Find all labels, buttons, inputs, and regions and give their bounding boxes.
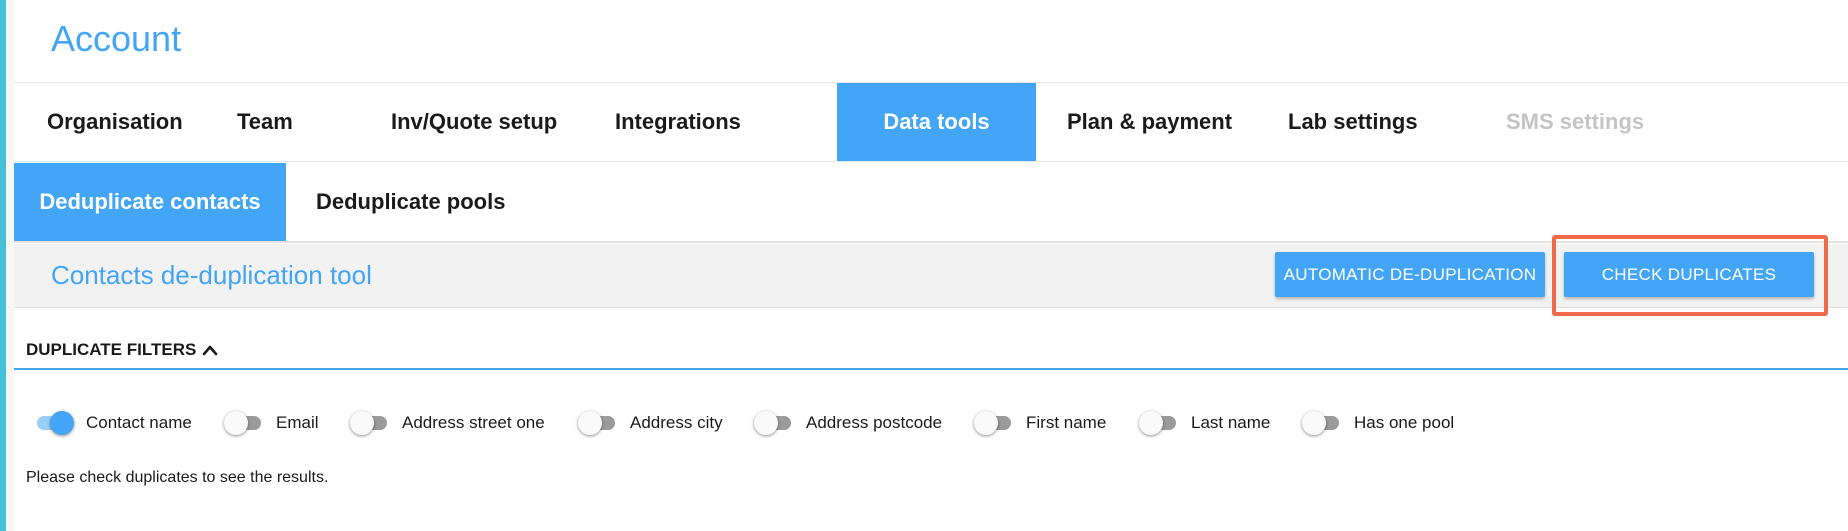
filter-toggles: Contact name Email Address street one Ad… bbox=[34, 408, 1844, 438]
duplicate-filters-title: DUPLICATE FILTERS bbox=[26, 340, 197, 359]
filter-address-city[interactable]: Address city bbox=[578, 408, 723, 438]
tab-sms-settings: SMS settings bbox=[1506, 109, 1645, 134]
filter-label: Contact name bbox=[86, 413, 192, 432]
sub-tabs: Deduplicate contacts Deduplicate pools bbox=[14, 163, 1848, 243]
filter-has-one-pool[interactable]: Has one pool bbox=[1302, 408, 1454, 438]
filter-address-postcode[interactable]: Address postcode bbox=[754, 408, 942, 438]
last-name-toggle[interactable] bbox=[1139, 410, 1179, 436]
chevron-up-icon bbox=[203, 345, 218, 356]
tab-integrations[interactable]: Integrations bbox=[597, 83, 837, 161]
address-city-toggle[interactable] bbox=[578, 410, 618, 436]
dedup-toolbar: Contacts de-duplication tool AUTOMATIC D… bbox=[14, 235, 1848, 316]
tab-team[interactable]: Team bbox=[229, 83, 363, 161]
address-street-one-toggle[interactable] bbox=[350, 410, 390, 436]
tab-plan-payment[interactable]: Plan & payment bbox=[1036, 83, 1261, 161]
filter-label: Address city bbox=[630, 413, 723, 432]
filter-first-name[interactable]: First name bbox=[974, 408, 1106, 438]
tab-lab-settings[interactable]: Lab settings bbox=[1261, 83, 1463, 161]
address-postcode-toggle[interactable] bbox=[754, 410, 794, 436]
tab-organisation[interactable]: Organisation bbox=[14, 83, 229, 161]
filter-label: Email bbox=[276, 413, 319, 432]
automatic-deduplication-button[interactable]: AUTOMATIC DE-DUPLICATION bbox=[1275, 252, 1545, 297]
account-page: Account Organisation Team Inv/Quote setu… bbox=[14, 0, 1848, 531]
main-tabs: Organisation Team Inv/Quote setup Integr… bbox=[14, 82, 1848, 162]
subtab-deduplicate-pools[interactable]: Deduplicate pools bbox=[286, 163, 526, 241]
filter-last-name[interactable]: Last name bbox=[1139, 408, 1270, 438]
tab-data-tools[interactable]: Data tools bbox=[837, 83, 1036, 161]
check-duplicates-button[interactable]: CHECK DUPLICATES bbox=[1564, 252, 1814, 297]
filter-label: Address postcode bbox=[806, 413, 943, 432]
email-toggle[interactable] bbox=[224, 410, 264, 436]
has-one-pool-toggle[interactable] bbox=[1302, 410, 1342, 436]
subtab-deduplicate-contacts[interactable]: Deduplicate contacts bbox=[14, 163, 286, 241]
tool-title: Contacts de-duplication tool bbox=[51, 260, 372, 290]
filter-label: First name bbox=[1026, 413, 1107, 432]
tab-inv-quote-setup[interactable]: Inv/Quote setup bbox=[363, 83, 597, 161]
contact-name-toggle[interactable] bbox=[34, 410, 74, 436]
filter-email[interactable]: Email bbox=[224, 408, 319, 438]
first-name-toggle[interactable] bbox=[974, 410, 1014, 436]
filter-label: Address street one bbox=[402, 413, 545, 432]
filter-label: Last name bbox=[1191, 413, 1271, 432]
duplicate-filters-toggle[interactable]: DUPLICATE FILTERS bbox=[26, 340, 218, 360]
page-title: Account bbox=[51, 18, 182, 59]
filter-label: Has one pool bbox=[1354, 413, 1455, 432]
filter-contact-name[interactable]: Contact name bbox=[34, 408, 192, 438]
filter-address-street-one[interactable]: Address street one bbox=[350, 408, 545, 438]
duplicate-filters-header: DUPLICATE FILTERS bbox=[14, 308, 1848, 370]
left-edge-gutter bbox=[6, 0, 14, 531]
results-note: Please check duplicates to see the resul… bbox=[26, 469, 329, 486]
